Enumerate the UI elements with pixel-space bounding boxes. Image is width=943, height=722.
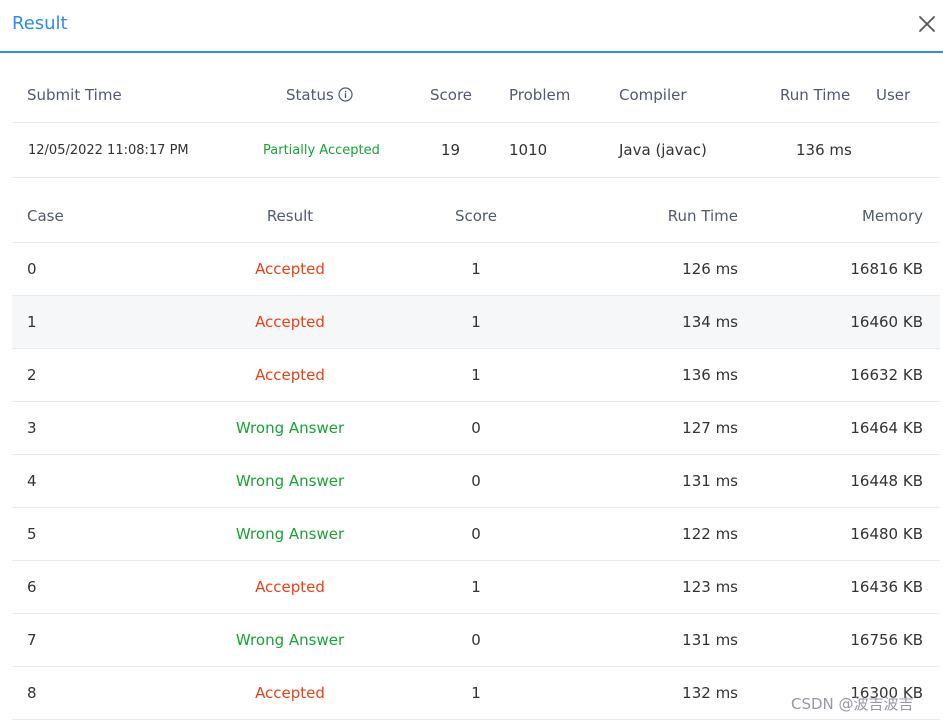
header-problem: Problem: [509, 86, 571, 104]
case-id: 2: [27, 366, 37, 384]
info-circle-icon[interactable]: [338, 87, 353, 102]
case-memory: 16464 KB: [850, 419, 923, 437]
dialog-title: Result: [12, 13, 68, 34]
case-result: Wrong Answer: [235, 631, 345, 649]
case-memory: 16480 KB: [850, 525, 923, 543]
cases-header-row: Case Result Score Run Time Memory: [12, 190, 940, 243]
header-case-score: Score: [454, 207, 497, 225]
case-id: 8: [27, 684, 37, 702]
case-result: Accepted: [255, 366, 325, 384]
case-run-time: 134 ms: [682, 313, 738, 331]
header-status: Status: [286, 68, 353, 123]
submit-time-value: 12/05/2022 11:08:17 PM: [28, 143, 189, 158]
header-compiler: Compiler: [619, 86, 687, 104]
dialog-header: Result: [0, 0, 943, 53]
summary-row: 12/05/2022 11:08:17 PM Partially Accepte…: [12, 123, 940, 178]
table-row: 6 Accepted 1 123 ms 16436 KB: [12, 561, 940, 614]
case-score: 1: [471, 313, 481, 331]
score-value: 19: [441, 141, 461, 159]
case-score: 0: [471, 419, 481, 437]
case-run-time: 122 ms: [682, 525, 738, 543]
header-memory: Memory: [861, 207, 923, 225]
case-memory: 16756 KB: [850, 631, 923, 649]
case-id: 6: [27, 578, 37, 596]
table-row: 5 Wrong Answer 0 122 ms 16480 KB: [12, 508, 940, 561]
case-result: Accepted: [255, 684, 325, 702]
case-result: Wrong Answer: [235, 472, 345, 490]
case-memory: 16632 KB: [850, 366, 923, 384]
close-icon: [919, 16, 935, 32]
header-status-label: Status: [286, 86, 334, 104]
case-score: 1: [471, 684, 481, 702]
case-id: 0: [27, 260, 37, 278]
header-score: Score: [430, 86, 473, 104]
header-case: Case: [27, 207, 64, 225]
case-score: 1: [471, 366, 481, 384]
case-id: 4: [27, 472, 37, 490]
table-row: 1 Accepted 1 134 ms 16460 KB: [12, 296, 940, 349]
case-memory: 16436 KB: [850, 578, 923, 596]
case-result: Wrong Answer: [235, 419, 345, 437]
case-run-time: 131 ms: [682, 472, 738, 490]
header-case-run-time: Run Time: [667, 207, 738, 225]
result-dialog: Result Submit Time Status Score Problem …: [0, 0, 943, 722]
table-row: 4 Wrong Answer 0 131 ms 16448 KB: [12, 455, 940, 508]
case-run-time: 131 ms: [682, 631, 738, 649]
case-score: 1: [471, 260, 481, 278]
case-run-time: 123 ms: [682, 578, 738, 596]
case-id: 1: [27, 313, 37, 331]
run-time-value: 136 ms: [796, 141, 852, 159]
table-row: 2 Accepted 1 136 ms 16632 KB: [12, 349, 940, 402]
status-value: Partially Accepted: [263, 143, 380, 158]
case-result: Wrong Answer: [235, 525, 345, 543]
header-user: User: [876, 86, 911, 104]
case-memory: 16816 KB: [850, 260, 923, 278]
case-run-time: 132 ms: [682, 684, 738, 702]
compiler-value: Java (javac): [619, 141, 707, 159]
header-run-time: Run Time: [780, 86, 851, 104]
summary-header-row: Submit Time Status Score Problem Compile…: [12, 68, 940, 123]
case-score: 0: [471, 631, 481, 649]
case-id: 7: [27, 631, 37, 649]
case-result: Accepted: [255, 313, 325, 331]
case-memory: 16448 KB: [850, 472, 923, 490]
case-score: 0: [471, 525, 481, 543]
case-score: 0: [471, 472, 481, 490]
case-id: 3: [27, 419, 37, 437]
close-button[interactable]: [916, 13, 938, 35]
case-result: Accepted: [255, 260, 325, 278]
table-row: 3 Wrong Answer 0 127 ms 16464 KB: [12, 402, 940, 455]
case-result: Accepted: [255, 578, 325, 596]
problem-link[interactable]: 1010: [509, 123, 547, 178]
header-result: Result: [266, 207, 314, 225]
header-submit-time: Submit Time: [27, 86, 122, 104]
case-run-time: 136 ms: [682, 366, 738, 384]
case-score: 1: [471, 578, 481, 596]
table-row: 7 Wrong Answer 0 131 ms 16756 KB: [12, 614, 940, 667]
watermark: CSDN @波吉波吉: [791, 695, 914, 713]
case-run-time: 127 ms: [682, 419, 738, 437]
case-memory: 16460 KB: [850, 313, 923, 331]
table-row: 0 Accepted 1 126 ms 16816 KB: [12, 243, 940, 296]
case-id: 5: [27, 525, 37, 543]
case-run-time: 126 ms: [682, 260, 738, 278]
